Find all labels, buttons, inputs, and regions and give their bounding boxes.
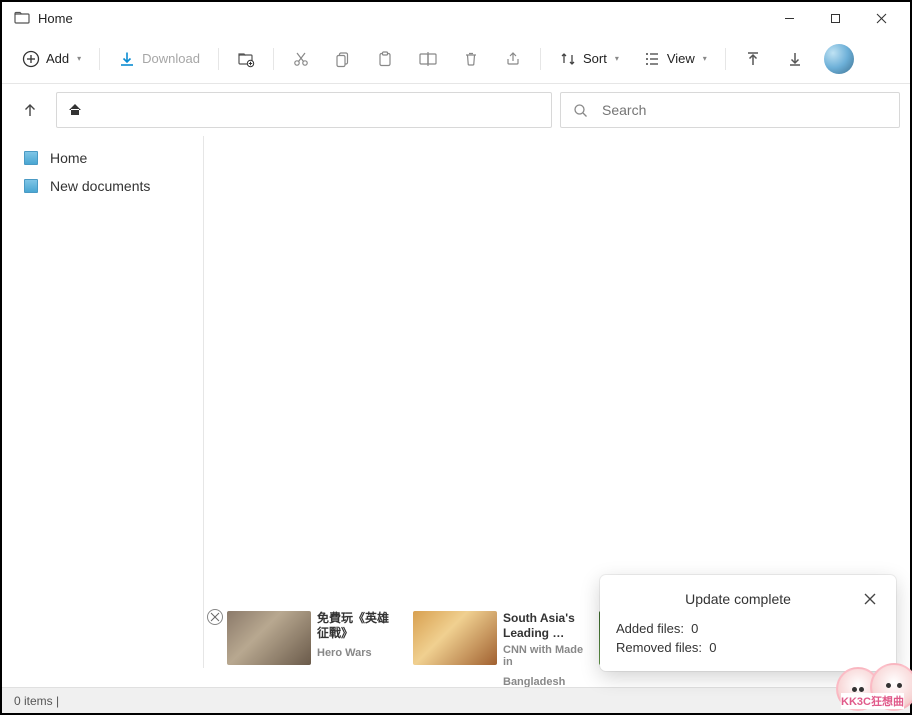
toolbar-separator xyxy=(540,48,541,70)
new-folder-button[interactable] xyxy=(227,41,265,77)
sort-button[interactable]: Sort ▾ xyxy=(549,41,629,77)
status-bar: 0 items | xyxy=(2,687,910,713)
sort-icon xyxy=(559,50,577,68)
search-input[interactable] xyxy=(602,102,887,118)
paste-button[interactable] xyxy=(366,41,404,77)
toast-added-value: 0 xyxy=(691,621,698,636)
toolbar-separator xyxy=(273,48,274,70)
toast-title: Update complete xyxy=(616,591,860,607)
plus-circle-icon xyxy=(22,50,40,68)
toast-added-row: Added files: 0 xyxy=(616,619,880,638)
copy-button[interactable] xyxy=(324,41,362,77)
view-button-label: View xyxy=(667,51,695,66)
ad-item[interactable]: South Asia's Leading … CNN with Made in … xyxy=(413,611,585,688)
sidebar: Home New documents xyxy=(2,136,204,668)
upload-button[interactable] xyxy=(734,41,772,77)
ad-subtitle: CNN with Made in xyxy=(503,644,585,668)
sidebar-item-label: Home xyxy=(50,150,87,166)
ad-title: 免費玩《英雄征戰》 xyxy=(317,611,399,641)
toast-removed-value: 0 xyxy=(709,640,716,655)
download-toolbar-button[interactable] xyxy=(776,41,814,77)
chevron-down-icon: ▾ xyxy=(615,54,619,63)
arrow-down-bar-icon xyxy=(786,50,804,68)
ad-close-button[interactable] xyxy=(207,609,223,625)
sort-button-label: Sort xyxy=(583,51,607,66)
rename-button[interactable] xyxy=(408,41,448,77)
folder-icon xyxy=(24,179,38,193)
copy-icon xyxy=(334,50,352,68)
toast-close-button[interactable] xyxy=(860,589,880,609)
window-title: Home xyxy=(38,11,73,26)
watermark: KK3C狂想曲 xyxy=(836,663,908,711)
paste-icon xyxy=(376,50,394,68)
toolbar: Add ▾ Download Sort ▾ View ▾ xyxy=(2,34,910,84)
sidebar-item-label: New documents xyxy=(50,178,150,194)
chevron-down-icon: ▾ xyxy=(703,54,707,63)
cut-button[interactable] xyxy=(282,41,320,77)
search-box[interactable] xyxy=(560,92,900,128)
maximize-button[interactable] xyxy=(812,3,858,33)
view-list-icon xyxy=(643,50,661,68)
toast-removed-row: Removed files: 0 xyxy=(616,638,880,657)
arrow-up-bar-icon xyxy=(744,50,762,68)
home-icon xyxy=(67,102,83,118)
download-button-label: Download xyxy=(142,51,200,66)
share-icon xyxy=(504,50,522,68)
folder-icon xyxy=(24,151,38,165)
toast-added-label: Added files: xyxy=(616,621,684,636)
download-button[interactable]: Download xyxy=(108,41,210,77)
chevron-down-icon: ▾ xyxy=(77,54,81,63)
up-button[interactable] xyxy=(12,92,48,128)
delete-button[interactable] xyxy=(452,41,490,77)
close-button[interactable] xyxy=(858,3,904,33)
toast-removed-label: Removed files: xyxy=(616,640,702,655)
ad-thumbnail xyxy=(227,611,311,665)
minimize-button[interactable] xyxy=(766,3,812,33)
titlebar: Home xyxy=(2,2,910,34)
trash-icon xyxy=(462,50,480,68)
rename-icon xyxy=(418,50,438,68)
toolbar-separator xyxy=(725,48,726,70)
folder-plus-icon xyxy=(237,50,255,68)
folder-icon xyxy=(14,10,30,26)
arrow-up-icon xyxy=(21,101,39,119)
download-icon xyxy=(118,50,136,68)
ad-subtitle: Hero Wars xyxy=(317,647,399,659)
update-complete-toast: Update complete Added files: 0 Removed f… xyxy=(600,575,896,671)
add-button[interactable]: Add ▾ xyxy=(12,41,91,77)
scissors-icon xyxy=(292,50,310,68)
sidebar-item-home[interactable]: Home xyxy=(2,144,203,172)
ad-title: South Asia's Leading … xyxy=(503,611,585,641)
toolbar-separator xyxy=(218,48,219,70)
ad-thumbnail xyxy=(413,611,497,665)
nav-row xyxy=(2,84,910,136)
status-items-text: 0 items | xyxy=(14,694,59,708)
path-bar[interactable] xyxy=(56,92,552,128)
add-button-label: Add xyxy=(46,51,69,66)
view-button[interactable]: View ▾ xyxy=(633,41,717,77)
sidebar-item-new-documents[interactable]: New documents xyxy=(2,172,203,200)
search-icon xyxy=(573,103,588,118)
ad-item[interactable]: 免費玩《英雄征戰》 Hero Wars xyxy=(227,611,399,665)
watermark-text: KK3C狂想曲 xyxy=(841,693,904,709)
toolbar-separator xyxy=(99,48,100,70)
avatar[interactable] xyxy=(824,44,854,74)
share-button[interactable] xyxy=(494,41,532,77)
